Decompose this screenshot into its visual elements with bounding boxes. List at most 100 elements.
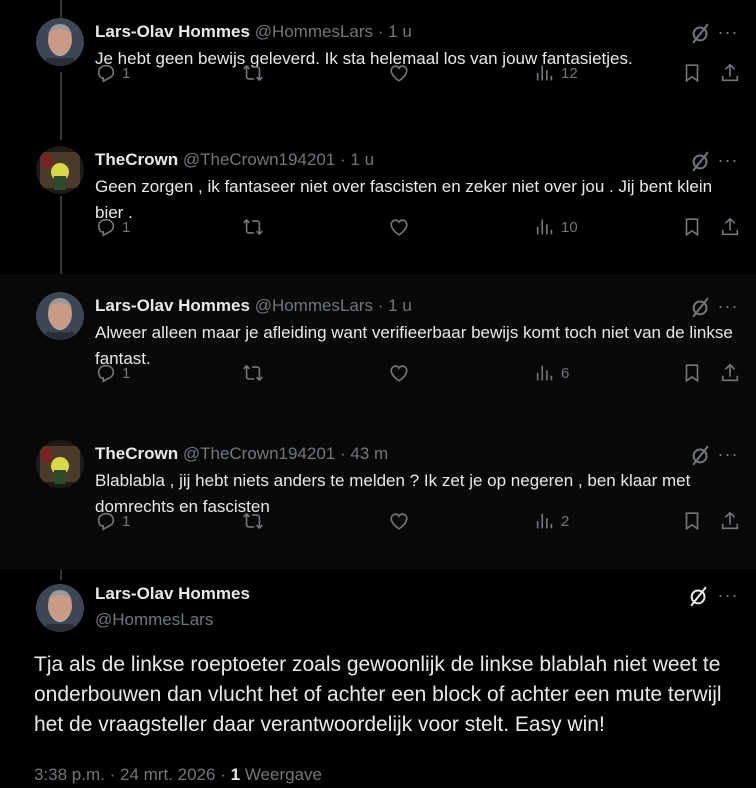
separator: · — [339, 444, 346, 463]
repost-button[interactable] — [242, 510, 264, 532]
avatar[interactable] — [36, 440, 84, 488]
share-button[interactable] — [719, 510, 741, 532]
main-author-handle[interactable]: @HommesLars — [95, 608, 213, 632]
share-button[interactable] — [719, 362, 741, 384]
reply-icon — [95, 362, 117, 384]
action-bar: 1 6 — [95, 362, 742, 384]
more-icon[interactable]: ··· — [716, 151, 740, 174]
share-button[interactable] — [719, 62, 741, 84]
author-name[interactable]: TheCrown — [95, 150, 178, 169]
view-count: 12 — [561, 64, 578, 82]
author-name[interactable]: TheCrown — [95, 444, 178, 463]
view-count: 1 — [230, 765, 241, 784]
reply-icon — [95, 62, 117, 84]
reply-icon — [95, 216, 117, 238]
reply-count: 1 — [122, 64, 131, 82]
heart-icon — [388, 216, 410, 238]
grok-icon[interactable] — [688, 585, 710, 607]
views-button[interactable]: 10 — [534, 216, 578, 238]
reply-tweet[interactable]: Lars-Olav Hommes @HommesLars · 1 u ··· J… — [0, 0, 756, 128]
views-icon — [534, 362, 556, 384]
main-tweet-text: Tja als de linkse roeptoeter zoals gewoo… — [34, 653, 722, 736]
share-icon — [719, 62, 741, 84]
more-icon[interactable]: ··· — [716, 445, 740, 468]
more-icon[interactable]: ··· — [716, 23, 740, 46]
tweet-header: Lars-Olav Hommes @HommesLars · 1 u — [95, 295, 412, 317]
like-button[interactable] — [388, 510, 410, 532]
bookmark-button[interactable] — [681, 216, 703, 238]
share-icon — [719, 362, 741, 384]
views-button[interactable]: 12 — [534, 62, 578, 84]
share-icon — [719, 510, 741, 532]
grok-icon[interactable] — [690, 22, 712, 44]
bookmark-icon — [681, 362, 703, 384]
action-bar: 1 12 — [95, 62, 742, 84]
reply-count: 1 — [122, 218, 131, 236]
avatar[interactable] — [36, 584, 84, 632]
separator: · — [377, 22, 384, 41]
share-icon — [719, 216, 741, 238]
tweet-header: Lars-Olav Hommes @HommesLars · 1 u — [95, 21, 412, 43]
separator: · — [339, 150, 346, 169]
views-button[interactable]: 2 — [534, 510, 569, 532]
reply-button[interactable]: 1 — [95, 362, 130, 384]
action-bar: 1 2 — [95, 510, 742, 532]
like-button[interactable] — [388, 216, 410, 238]
heart-icon — [388, 62, 410, 84]
repost-button[interactable] — [242, 216, 264, 238]
reply-icon — [95, 510, 117, 532]
author-handle[interactable]: @HommesLars — [255, 296, 373, 315]
action-bar: 1 10 — [95, 216, 742, 238]
avatar[interactable] — [36, 18, 84, 66]
tweet-time[interactable]: 43 m — [350, 444, 388, 463]
main-author-name[interactable]: Lars-Olav Hommes — [95, 582, 250, 606]
tweet-time[interactable]: 1 u — [350, 150, 374, 169]
bookmark-button[interactable] — [681, 510, 703, 532]
avatar[interactable] — [36, 146, 84, 194]
like-button[interactable] — [388, 62, 410, 84]
bookmark-button[interactable] — [681, 362, 703, 384]
views-icon — [534, 510, 556, 532]
author-handle[interactable]: @HommesLars — [255, 22, 373, 41]
reply-button[interactable]: 1 — [95, 216, 130, 238]
more-icon[interactable]: ··· — [716, 586, 740, 609]
tweet-time[interactable]: 3:38 p.m. — [34, 765, 105, 784]
grok-icon[interactable] — [690, 150, 712, 172]
views-button[interactable]: 6 — [534, 362, 569, 384]
bookmark-icon — [681, 510, 703, 532]
author-handle[interactable]: @TheCrown194201 — [183, 444, 335, 463]
avatar[interactable] — [36, 292, 84, 340]
tweet-header: TheCrown @TheCrown194201 · 1 u — [95, 149, 374, 171]
share-button[interactable] — [719, 216, 741, 238]
bookmark-button[interactable] — [681, 62, 703, 84]
views-icon — [534, 216, 556, 238]
reply-tweet[interactable]: Lars-Olav Hommes @HommesLars · 1 u ··· A… — [0, 274, 756, 422]
tweet-date[interactable]: 24 mrt. 2026 — [120, 765, 215, 784]
reply-count: 1 — [122, 364, 131, 382]
reply-button[interactable]: 1 — [95, 510, 130, 532]
view-label: Weergave — [244, 765, 322, 784]
grok-icon[interactable] — [690, 296, 712, 318]
repost-icon — [242, 510, 264, 532]
repost-button[interactable] — [242, 362, 264, 384]
more-icon[interactable]: ··· — [716, 297, 740, 320]
view-count: 2 — [561, 512, 570, 530]
bookmark-icon — [681, 216, 703, 238]
grok-icon[interactable] — [690, 444, 712, 466]
author-handle[interactable]: @TheCrown194201 — [183, 150, 335, 169]
reply-button[interactable]: 1 — [95, 62, 130, 84]
separator: · — [220, 765, 226, 784]
view-count: 6 — [561, 364, 570, 382]
separator: · — [377, 296, 384, 315]
tweet-time[interactable]: 1 u — [388, 22, 412, 41]
reply-tweet[interactable]: TheCrown @TheCrown194201 · 1 u ··· Geen … — [0, 128, 756, 274]
like-button[interactable] — [388, 362, 410, 384]
tweet-header: TheCrown @TheCrown194201 · 43 m — [95, 443, 388, 465]
reply-tweet[interactable]: TheCrown @TheCrown194201 · 43 m ··· Blab… — [0, 422, 756, 570]
bookmark-icon — [681, 62, 703, 84]
author-name[interactable]: Lars-Olav Hommes — [95, 22, 250, 41]
reply-count: 1 — [122, 512, 131, 530]
author-name[interactable]: Lars-Olav Hommes — [95, 296, 250, 315]
tweet-time[interactable]: 1 u — [388, 296, 412, 315]
repost-button[interactable] — [242, 62, 264, 84]
